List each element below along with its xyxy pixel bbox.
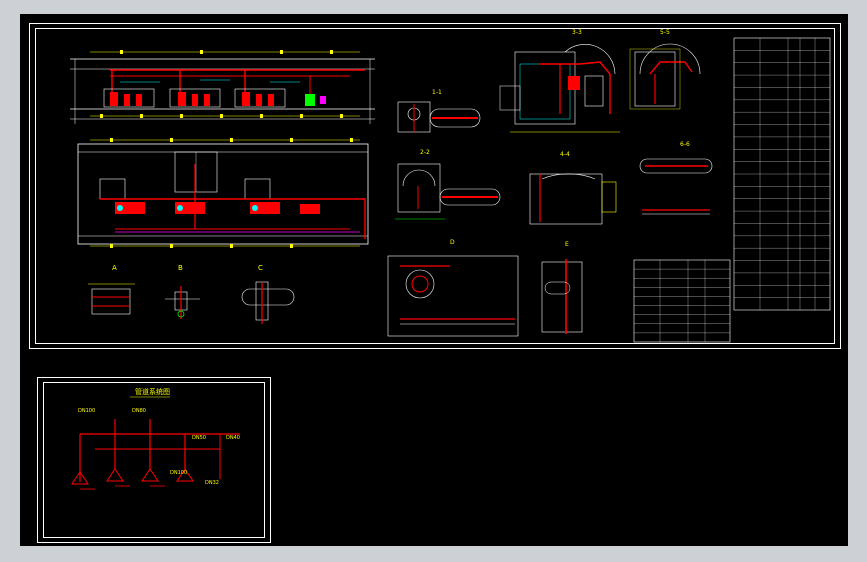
detail-e-label: E [565, 241, 569, 248]
detail-2: B [165, 264, 200, 319]
section-6-6: 6-6 [639, 141, 713, 215]
detail-d-label: D [450, 239, 455, 246]
detail-3-label: C [258, 264, 263, 272]
section-2-2: 2-2 [395, 149, 501, 220]
section-1-1: 1-1 [397, 89, 481, 133]
plan-view [77, 138, 369, 248]
pipe-note-1: DN100 [78, 408, 95, 414]
cad-drawing-canvas: A B C 1-1 2-2 3-3 4-4 5-5 6-6 D E 管道系统图 … [70, 29, 831, 490]
section-5-5: 5-5 [629, 29, 701, 110]
detail-d: D [387, 239, 519, 337]
section-2-2-label: 2-2 [420, 149, 430, 156]
section-4-4: 4-4 [529, 151, 617, 225]
detail-e: E [541, 241, 583, 334]
detail-1-label: A [112, 264, 117, 272]
cad-viewport[interactable]: A B C 1-1 2-2 3-3 4-4 5-5 6-6 D E 管道系统图 … [20, 14, 848, 546]
section-3-3: 3-3 [499, 29, 620, 133]
pipe-note-3: DN50 [192, 435, 206, 441]
pipe-diagram-title: 管道系统图 [135, 387, 170, 396]
detail-3: C [241, 264, 295, 324]
section-6-6-label: 6-6 [680, 141, 690, 148]
equipment-table [733, 37, 831, 311]
section-3-3-label: 3-3 [572, 29, 582, 36]
pipe-note-5: DN100 [170, 470, 187, 476]
pipe-system-diagram: 管道系统图 DN100 DN80 DN50 DN40 DN100 DN32 [71, 387, 240, 490]
elevation-view [70, 50, 375, 124]
pipe-note-4: DN40 [226, 435, 240, 441]
section-4-4-label: 4-4 [560, 151, 570, 158]
pipe-note-2: DN80 [132, 408, 146, 414]
detail-2-label: B [178, 264, 183, 272]
section-5-5-label: 5-5 [660, 29, 670, 36]
section-1-1-label: 1-1 [432, 89, 442, 96]
material-table [633, 259, 731, 343]
pipe-note-6: DN32 [205, 480, 219, 486]
detail-1: A [88, 264, 135, 315]
